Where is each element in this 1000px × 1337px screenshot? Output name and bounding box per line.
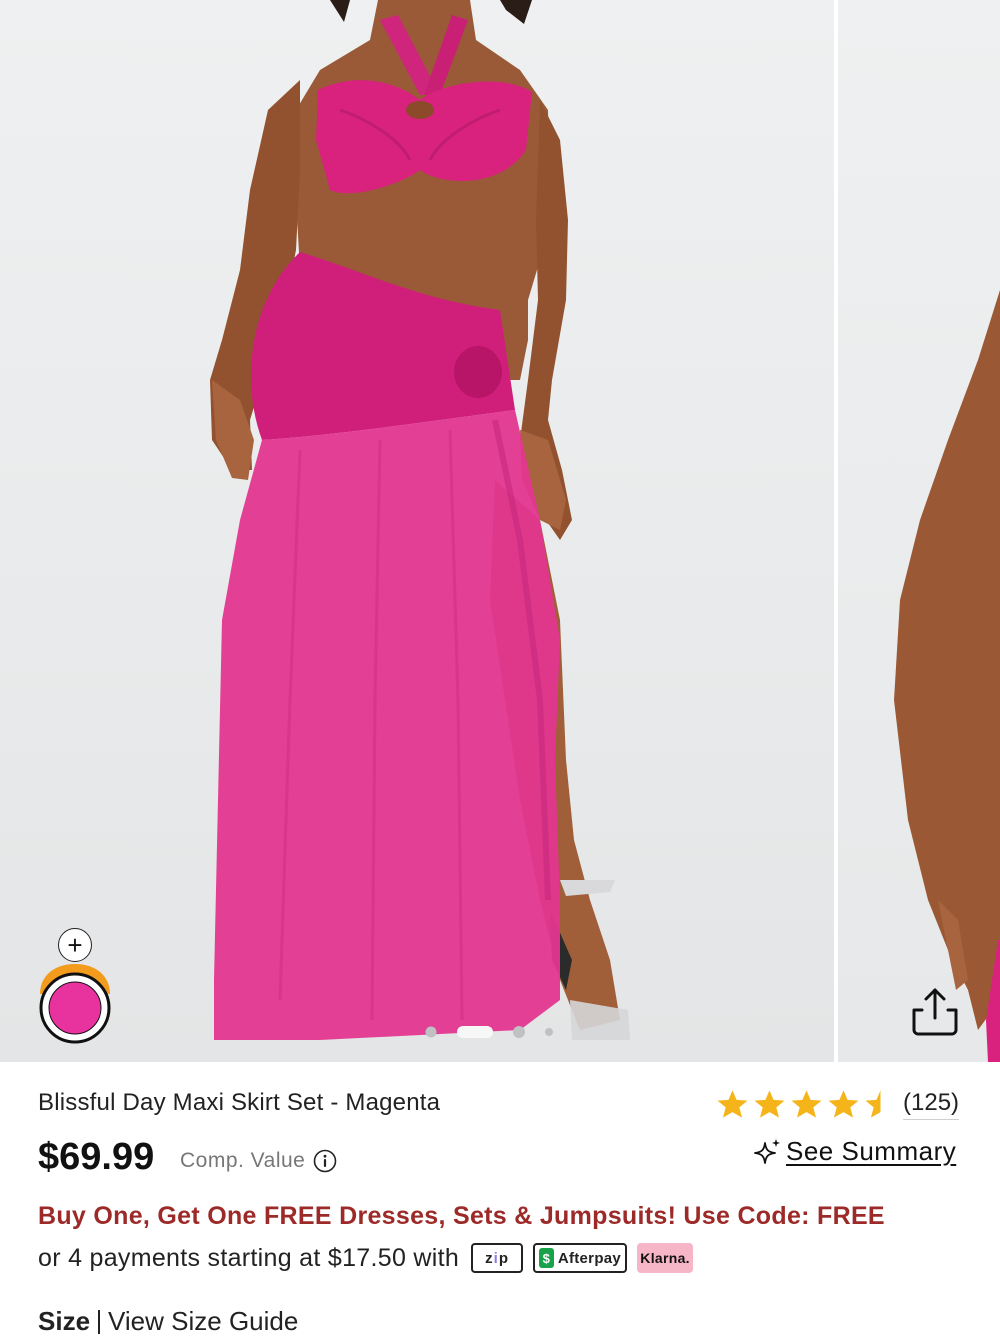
product-image-next[interactable] bbox=[838, 0, 1000, 1062]
size-guide-link[interactable]: View Size Guide bbox=[108, 1306, 298, 1337]
review-count-link[interactable]: (125) bbox=[903, 1089, 960, 1120]
model-photo bbox=[210, 0, 630, 1040]
carousel-dot bbox=[513, 1026, 525, 1038]
share-icon[interactable] bbox=[908, 984, 962, 1038]
size-row: Size View Size Guide bbox=[38, 1306, 298, 1337]
afterpay-logo[interactable]: $ Afterpay bbox=[533, 1243, 628, 1273]
star-rating bbox=[716, 1089, 897, 1119]
star-icon bbox=[717, 1090, 748, 1118]
star-icon bbox=[754, 1090, 785, 1118]
half-star-icon bbox=[865, 1090, 896, 1118]
afterpay-icon: $ bbox=[539, 1248, 554, 1268]
divider bbox=[98, 1309, 101, 1334]
carousel-pagination[interactable] bbox=[423, 1024, 563, 1040]
swatch-magenta bbox=[48, 981, 102, 1035]
star-icon bbox=[791, 1090, 822, 1118]
zip-logo[interactable]: zip bbox=[471, 1243, 524, 1273]
klarna-logo[interactable]: Klarna. bbox=[637, 1243, 694, 1273]
star-icon bbox=[828, 1090, 859, 1118]
product-image-gallery[interactable]: + bbox=[0, 0, 1000, 1062]
product-title: Blissful Day Maxi Skirt Set - Magenta bbox=[38, 1089, 441, 1116]
size-label: Size bbox=[38, 1306, 91, 1336]
carousel-dot bbox=[425, 1026, 437, 1038]
color-swatch-selector[interactable] bbox=[38, 950, 112, 1046]
product-image-main[interactable]: + bbox=[0, 0, 834, 1062]
model-photo-next bbox=[894, 290, 1000, 1062]
sparkle-icon bbox=[754, 1138, 780, 1164]
product-price: $69.99 bbox=[38, 1136, 155, 1178]
installment-text: or 4 payments starting at $17.50 with bbox=[38, 1243, 460, 1272]
info-icon[interactable] bbox=[313, 1149, 337, 1173]
see-summary-label: See Summary bbox=[786, 1136, 957, 1166]
comp-value[interactable]: Comp. Value bbox=[180, 1149, 337, 1173]
carousel-dot bbox=[545, 1028, 553, 1036]
promo-banner: Buy One, Get One FREE Dresses, Sets & Ju… bbox=[38, 1202, 885, 1230]
see-summary-link[interactable]: See Summary bbox=[752, 1136, 956, 1167]
carousel-dot-active bbox=[457, 1026, 493, 1038]
installment-payments: or 4 payments starting at $17.50 with zi… bbox=[38, 1241, 694, 1275]
product-rating[interactable]: (125) bbox=[716, 1089, 960, 1120]
comp-value-label: Comp. Value bbox=[180, 1149, 306, 1172]
